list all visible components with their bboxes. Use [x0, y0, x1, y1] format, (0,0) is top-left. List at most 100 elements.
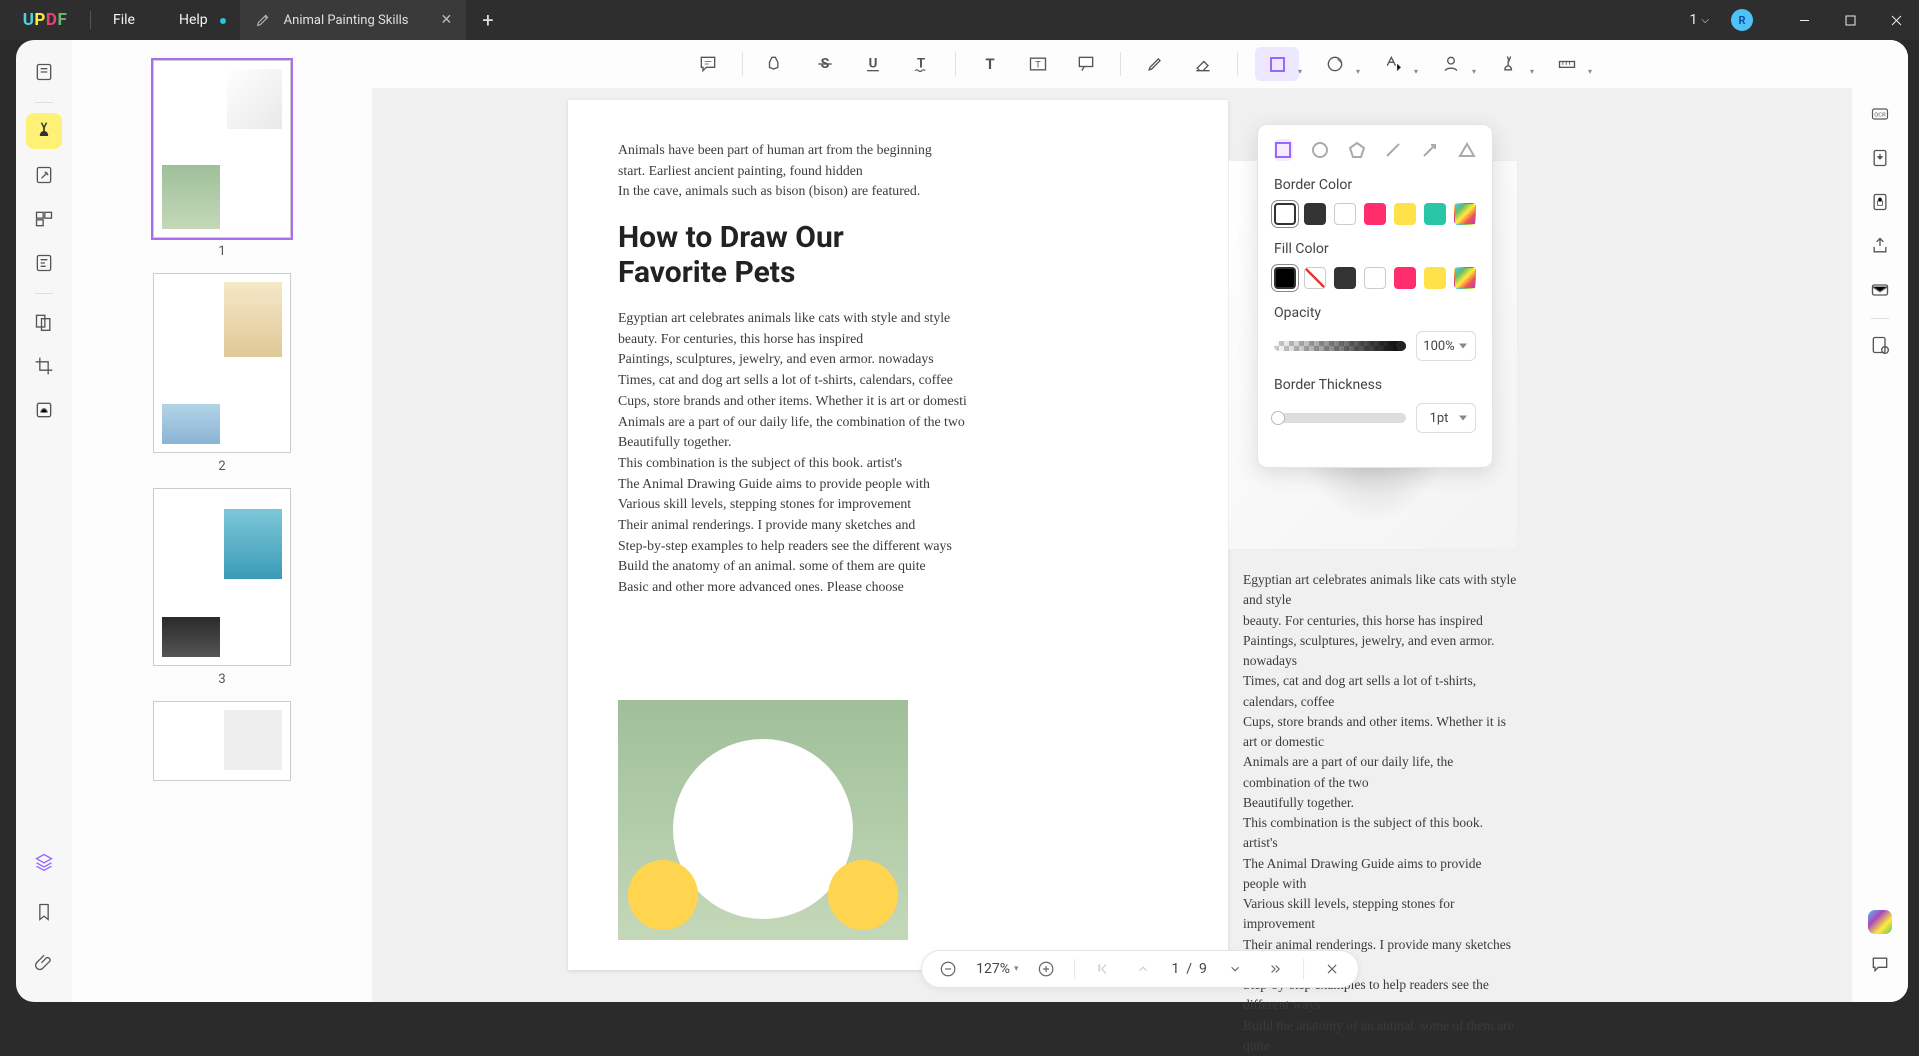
shape-circle[interactable]	[1311, 139, 1330, 161]
thumbnail-page-2[interactable]	[153, 273, 291, 453]
layers-icon[interactable]	[26, 844, 62, 880]
body-line: Animals are a part of our daily life, th…	[618, 412, 1178, 433]
window-close[interactable]	[1873, 0, 1919, 40]
swatch-white[interactable]	[1364, 267, 1386, 289]
swatch-custom[interactable]	[1454, 267, 1476, 289]
last-page-button[interactable]	[1263, 957, 1287, 981]
edit-mode-icon[interactable]	[26, 157, 62, 193]
swatch-dark[interactable]	[1304, 203, 1326, 225]
shape-rectangle[interactable]	[1274, 139, 1293, 161]
fill-color-swatches	[1274, 267, 1476, 289]
opacity-value[interactable]: 100%	[1416, 331, 1476, 361]
body-line: Step-by-step examples to help readers se…	[618, 536, 1178, 557]
attachment-icon[interactable]	[26, 944, 62, 980]
swatch-pink[interactable]	[1364, 203, 1386, 225]
email-icon[interactable]	[1862, 272, 1898, 308]
intro-line: start. Earliest ancient painting, found …	[618, 161, 1178, 182]
user-avatar[interactable]: R	[1731, 9, 1753, 31]
zoom-out-button[interactable]	[936, 957, 960, 981]
body-line: Egyptian art celebrates animals like cat…	[618, 308, 1178, 329]
add-tab-button[interactable]: +	[466, 8, 509, 32]
swatch-fill-black[interactable]	[1274, 267, 1296, 289]
svg-text:T: T	[1035, 60, 1041, 70]
swatch-white[interactable]	[1334, 203, 1356, 225]
stamp-icon[interactable]: ▾	[1371, 47, 1415, 81]
comment-icon[interactable]	[691, 47, 725, 81]
shape-polygon[interactable]	[1347, 139, 1366, 161]
bookmark-icon[interactable]	[26, 894, 62, 930]
menu-help[interactable]: Help	[157, 12, 230, 28]
thickness-slider[interactable]	[1274, 413, 1406, 423]
sign-icon[interactable]: ▾	[1487, 47, 1531, 81]
organize-mode-icon[interactable]	[26, 201, 62, 237]
thickness-value[interactable]: 1pt	[1416, 403, 1476, 433]
thumbnail-page-3[interactable]	[153, 488, 291, 666]
shape-rectangle-icon[interactable]: ▾	[1255, 47, 1299, 81]
zoom-value[interactable]: 127%▾	[976, 961, 1018, 977]
reader-mode-icon[interactable]	[26, 54, 62, 90]
measure-icon[interactable]: ▾	[1545, 47, 1589, 81]
swatch-yellow[interactable]	[1394, 203, 1416, 225]
signature-icon[interactable]: ▾	[1429, 47, 1473, 81]
swatch-teal[interactable]	[1424, 203, 1446, 225]
shape-line[interactable]	[1384, 139, 1403, 161]
left-toolbar	[16, 40, 72, 1002]
swatch-yellow[interactable]	[1424, 267, 1446, 289]
share-icon[interactable]	[1862, 228, 1898, 264]
body-line: This combination is the subject of this …	[618, 453, 1178, 474]
crop-icon[interactable]	[26, 348, 62, 384]
window-maximize[interactable]	[1827, 0, 1873, 40]
thumbnail-page-4[interactable]	[153, 701, 291, 781]
first-page-button[interactable]	[1091, 957, 1115, 981]
callout-icon[interactable]	[1069, 47, 1103, 81]
border-color-label: Border Color	[1274, 177, 1476, 193]
squiggly-icon[interactable]: T	[904, 47, 938, 81]
protect-icon[interactable]	[1862, 184, 1898, 220]
watermark-icon[interactable]	[26, 392, 62, 428]
swatch-pink[interactable]	[1394, 267, 1416, 289]
eraser-icon[interactable]	[1186, 47, 1220, 81]
underline-icon[interactable]: U	[856, 47, 890, 81]
document-page[interactable]: Animals have been part of human art from…	[568, 100, 1228, 970]
swatch-dark[interactable]	[1334, 267, 1356, 289]
thumbnail-label: 1	[153, 244, 291, 259]
document-tab[interactable]: Animal Painting Skills ✕	[240, 0, 467, 40]
prev-page-button[interactable]	[1131, 957, 1155, 981]
next-page-button[interactable]	[1223, 957, 1247, 981]
swatch-custom[interactable]	[1454, 203, 1476, 225]
thumbnail-page-1[interactable]	[153, 60, 291, 238]
menu-file[interactable]: File	[91, 12, 157, 28]
shape-triangle[interactable]	[1457, 139, 1476, 161]
page-indicator[interactable]: 1 / 9	[1171, 961, 1206, 977]
page-title: How to Draw OurFavorite Pets	[618, 220, 1178, 290]
opacity-label: Opacity	[1274, 305, 1476, 321]
highlight-icon[interactable]	[760, 47, 794, 81]
thumbnail-label: 3	[153, 672, 291, 687]
body-line: Their animal renderings. I provide many …	[618, 515, 1178, 536]
shape-arrow[interactable]	[1421, 139, 1440, 161]
window-count[interactable]: 1⌵	[1690, 12, 1709, 28]
main-canvas: S U T T T ▾ ▾ ▾ ▾ ▾ ▾ OCR Animals have b…	[372, 40, 1908, 1002]
view-controls: 127%▾ 1 / 9	[921, 950, 1359, 988]
chat-icon[interactable]	[1862, 946, 1898, 982]
zoom-in-button[interactable]	[1034, 957, 1058, 981]
comment-mode-icon[interactable]	[26, 113, 62, 149]
convert-icon[interactable]	[1862, 140, 1898, 176]
tab-close-icon[interactable]: ✕	[441, 12, 453, 28]
opacity-slider[interactable]	[1274, 341, 1406, 351]
textbox-icon[interactable]: T	[1021, 47, 1055, 81]
swatch-outline-black[interactable]	[1274, 203, 1296, 225]
print-icon[interactable]	[1862, 327, 1898, 363]
strikethrough-icon[interactable]: S	[808, 47, 842, 81]
body-line: Basic and other more advanced ones. Plea…	[618, 577, 1178, 598]
page-tools-icon[interactable]	[26, 304, 62, 340]
swatch-none[interactable]	[1304, 267, 1326, 289]
window-minimize[interactable]	[1781, 0, 1827, 40]
ai-assistant-icon[interactable]	[1868, 910, 1892, 934]
text-icon[interactable]: T	[973, 47, 1007, 81]
sticker-icon[interactable]: ▾	[1313, 47, 1357, 81]
form-mode-icon[interactable]	[26, 245, 62, 281]
close-bar-button[interactable]	[1320, 957, 1344, 981]
pencil-icon[interactable]	[1138, 47, 1172, 81]
ocr-icon[interactable]: OCR	[1862, 96, 1898, 132]
